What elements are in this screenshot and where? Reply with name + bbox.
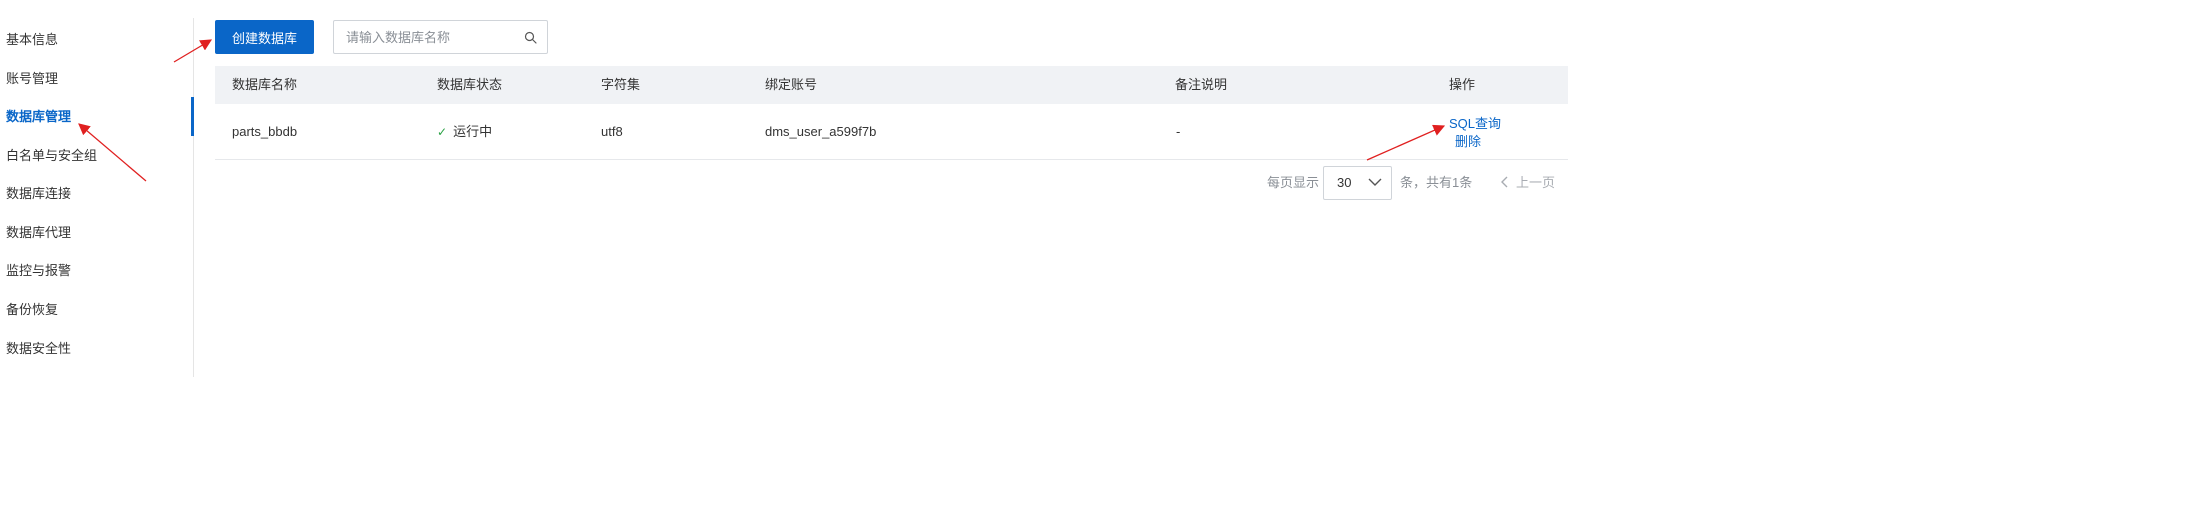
sidebar-item-database-proxy[interactable]: 数据库代理 xyxy=(6,223,71,243)
cell-charset: utf8 xyxy=(601,124,623,139)
search-icon[interactable] xyxy=(524,31,537,44)
per-page-label: 每页显示 xyxy=(1267,175,1320,190)
column-header-account: 绑定账号 xyxy=(765,77,818,92)
prev-page-button[interactable]: 上一页 xyxy=(1500,175,1555,191)
sidebar-nav: 基本信息 账号管理 数据库管理 白名单与安全组 数据库连接 数据库代理 监控与报… xyxy=(0,0,194,377)
sidebar-item-data-security[interactable]: 数据安全性 xyxy=(6,339,71,359)
page-size-select[interactable]: 30 xyxy=(1323,166,1392,200)
cell-bound-account: dms_user_a599f7b xyxy=(765,124,877,139)
chevron-down-icon xyxy=(1368,178,1382,186)
table-row: parts_bbdb ✓ 运行中 utf8 dms_user_a599f7b - … xyxy=(215,104,1568,160)
search-input[interactable] xyxy=(346,21,516,53)
table-header: 数据库名称 数据库状态 字符集 绑定账号 备注说明 操作 xyxy=(215,66,1568,105)
column-header-name: 数据库名称 xyxy=(232,77,298,92)
create-database-button[interactable]: 创建数据库 xyxy=(215,20,314,54)
sidebar-item-backup-restore[interactable]: 备份恢复 xyxy=(6,300,58,320)
sidebar-item-basic-info[interactable]: 基本信息 xyxy=(6,30,58,50)
cell-status: ✓ 运行中 xyxy=(437,104,492,159)
delete-link[interactable]: 删除 xyxy=(1455,134,1481,150)
column-header-actions: 操作 xyxy=(1449,77,1476,92)
cell-remark: - xyxy=(1176,124,1181,139)
sidebar-active-indicator xyxy=(191,97,194,136)
sidebar-item-whitelist-security-group[interactable]: 白名单与安全组 xyxy=(6,146,97,166)
sidebar-item-database-connection[interactable]: 数据库连接 xyxy=(6,184,71,204)
sidebar-divider xyxy=(193,18,194,377)
status-text: 运行中 xyxy=(453,124,493,139)
column-header-remark: 备注说明 xyxy=(1175,77,1228,92)
sidebar-item-database-management[interactable]: 数据库管理 xyxy=(6,107,71,127)
sidebar-item-account-management[interactable]: 账号管理 xyxy=(6,69,58,89)
sql-query-link[interactable]: SQL查询 xyxy=(1449,116,1501,132)
check-icon: ✓ xyxy=(437,125,448,139)
column-header-status: 数据库状态 xyxy=(437,77,503,92)
prev-page-label: 上一页 xyxy=(1516,175,1556,190)
page-size-value: 30 xyxy=(1337,175,1352,190)
search-box xyxy=(333,20,548,54)
column-header-charset: 字符集 xyxy=(601,77,641,92)
total-count-text: 条，共有1条 xyxy=(1400,175,1473,190)
chevron-left-icon xyxy=(1501,176,1508,188)
cell-database-name: parts_bbdb xyxy=(232,124,298,139)
sidebar-item-monitoring-alarms[interactable]: 监控与报警 xyxy=(6,261,71,281)
